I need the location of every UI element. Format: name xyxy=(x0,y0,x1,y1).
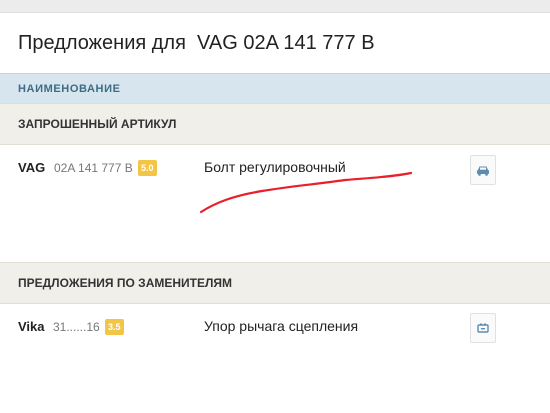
rating-badge: 5.0 xyxy=(138,160,157,176)
table-row-replacement: Vika 31......16 3.5 Упор рычага сцеплени… xyxy=(0,303,550,363)
rating-badge: 3.5 xyxy=(105,319,124,335)
section-replacements-label: ПРЕДЛОЖЕНИЯ ПО ЗАМЕНИТЕЛЯМ xyxy=(18,276,233,290)
brand-name[interactable]: VAG xyxy=(18,160,45,175)
brand-name[interactable]: Vika xyxy=(18,319,45,334)
section-requested-article: ЗАПРОШЕННЫЙ АРТИКУЛ xyxy=(0,103,550,145)
column-header-label: НАИМЕНОВАНИЕ xyxy=(18,83,121,95)
item-description: Упор рычага сцепления xyxy=(204,318,359,334)
section-requested-label: ЗАПРОШЕННЫЙ АРТИКУЛ xyxy=(18,117,177,131)
car-icon xyxy=(477,166,489,176)
car-icon-button[interactable] xyxy=(470,155,496,185)
top-bar xyxy=(0,0,550,13)
article-number[interactable]: 02A 141 777 B xyxy=(54,161,133,175)
article-number[interactable]: 31......16 xyxy=(53,320,100,334)
item-description: Болт регулировочный xyxy=(204,159,346,175)
column-header: НАИМЕНОВАНИЕ xyxy=(0,73,550,104)
part-icon-button[interactable] xyxy=(470,313,496,343)
part-icon xyxy=(477,323,489,333)
section-replacements: ПРЕДЛОЖЕНИЯ ПО ЗАМЕНИТЕЛЯМ xyxy=(0,262,550,304)
table-row-requested: VAG 02A 141 777 B 5.0 Болт регулировочны… xyxy=(0,144,550,262)
page-title: Предложения для VAG 02A 141 777 B xyxy=(18,32,375,54)
